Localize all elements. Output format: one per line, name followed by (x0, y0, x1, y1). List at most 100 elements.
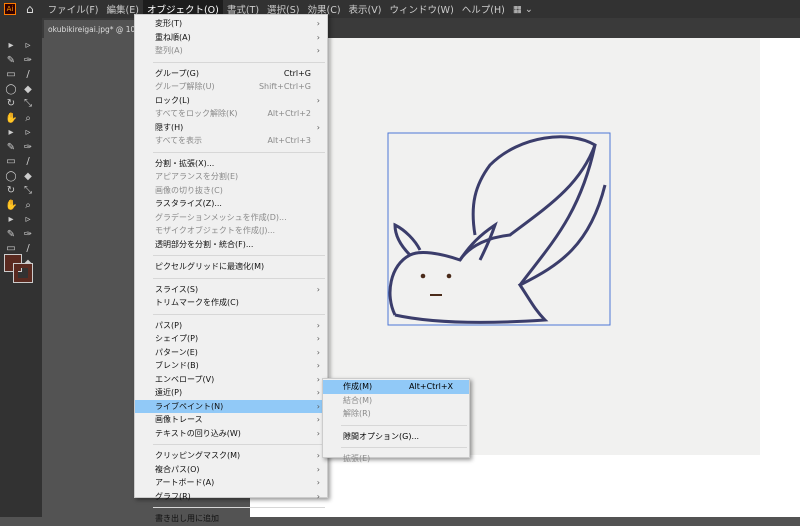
tool-icon[interactable]: ⌕ (22, 200, 34, 212)
tool-icon[interactable]: / (22, 156, 34, 168)
menu-item-label: クリッピングマスク(M) (155, 451, 241, 461)
menu-item[interactable]: グループ解除(U) Shift+Ctrl+G (135, 80, 327, 94)
chevron-right-icon: › (316, 491, 320, 501)
tool-icon[interactable]: ⌕ (22, 113, 34, 125)
menu-item[interactable]: 拡張(E) (323, 452, 469, 466)
menu-item[interactable]: モザイクオブジェクトを作成(J)... (135, 224, 327, 238)
menu-item[interactable]: 遠近(P) › (135, 386, 327, 400)
menu-item[interactable]: シェイプ(P) › (135, 332, 327, 346)
tool-icon[interactable]: / (22, 69, 34, 81)
menu-item[interactable]: パターン(E) › (135, 346, 327, 360)
tool-icon[interactable]: ▭ (5, 69, 17, 81)
tool-icon[interactable]: ↻ (5, 98, 17, 110)
tool-icon[interactable]: ▸ (5, 40, 17, 52)
tool-icon[interactable]: ◯ (5, 84, 17, 96)
menu-item[interactable]: ブレンド(B) › (135, 359, 327, 373)
tool-icon[interactable]: ✑ (22, 55, 34, 67)
tool-icon[interactable]: / (22, 243, 34, 255)
menu-separator (153, 255, 325, 256)
menu-item[interactable]: ラスタライズ(Z)... (135, 197, 327, 211)
menu-item[interactable]: 書き出し用に追加 › (135, 512, 327, 526)
menu-item[interactable]: ロック(L) › (135, 94, 327, 108)
livepaint-submenu: 作成(M) Alt+Ctrl+X 結合(M) 解除(R) 隙間オプション(G)... 拡張… (322, 378, 470, 463)
menu-item[interactable]: グラフ(R) › (135, 490, 327, 504)
menu-item-label: 書き出し用に追加 (155, 514, 219, 524)
stroke-swatch[interactable] (13, 263, 33, 283)
menu-item[interactable]: テキストの回り込み(W) › (135, 427, 327, 441)
chevron-right-icon: › (316, 374, 320, 384)
menu-item[interactable]: クリッピングマスク(M) › (135, 449, 327, 463)
chevron-right-icon: › (316, 428, 320, 438)
menu-item[interactable]: グラデーションメッシュを作成(D)... (135, 211, 327, 225)
workspace-switcher-icon[interactable]: ▦ ⌄ (509, 0, 537, 18)
tool-icon[interactable]: ▹ (22, 127, 34, 139)
shortcut-label: Alt+Ctrl+X (409, 382, 453, 392)
menu-item-label: パターン(E) (155, 347, 198, 357)
menu-item-label: 拡張(E) (343, 454, 371, 464)
menu-item[interactable]: ライブペイント(N) › (135, 399, 327, 413)
menu-item-label: ロック(L) (155, 95, 190, 105)
tool-icon[interactable]: ▹ (22, 214, 34, 226)
menu-item[interactable]: グループ(G) Ctrl+G (135, 67, 327, 81)
tool-icon[interactable]: ✋ (5, 200, 17, 212)
tool-icon[interactable]: ▸ (5, 127, 17, 139)
menu-item[interactable]: 結合(M) (323, 394, 469, 408)
menubar-item-6[interactable]: 表示(V) (345, 0, 386, 18)
home-icon[interactable]: ⌂ (26, 2, 34, 16)
menu-item[interactable]: 変形(T) › (135, 17, 327, 31)
tool-icon[interactable]: ✎ (5, 55, 17, 67)
menu-item[interactable]: 整列(A) › (135, 44, 327, 58)
chevron-right-icon: › (316, 401, 320, 411)
tool-icon[interactable]: ↻ (5, 185, 17, 197)
chevron-right-icon: › (316, 361, 320, 371)
chevron-right-icon: › (316, 347, 320, 357)
menu-item[interactable]: すべてをロック解除(K) Alt+Ctrl+2 (135, 107, 327, 121)
menu-item[interactable]: アピアランスを分割(E) (135, 170, 327, 184)
tool-icon[interactable]: ◆ (22, 84, 34, 96)
menu-item[interactable]: エンベロープ(V) › (135, 373, 327, 387)
tool-icon[interactable]: ▹ (22, 40, 34, 52)
menubar-item-7[interactable]: ウィンドウ(W) (385, 0, 457, 18)
tool-icon[interactable]: ▭ (5, 156, 17, 168)
menu-item[interactable]: アートボード(A) › (135, 476, 327, 490)
menu-item-label: 隙間オプション(G)... (343, 431, 420, 441)
menubar-item-8[interactable]: ヘルプ(H) (458, 0, 509, 18)
tool-icon[interactable]: ⤡ (22, 98, 34, 110)
menu-item[interactable]: 透明部分を分割・統合(F)... (135, 238, 327, 252)
chevron-right-icon: › (316, 388, 320, 398)
menu-separator (153, 507, 325, 508)
tool-icon[interactable]: ⤡ (22, 185, 34, 197)
menu-item[interactable]: 重ね順(A) › (135, 31, 327, 45)
tool-icon[interactable]: ◯ (5, 171, 17, 183)
slug-artwork[interactable] (380, 125, 620, 335)
tool-icon[interactable]: ▸ (5, 214, 17, 226)
menu-item[interactable]: 画像の切り抜き(C) (135, 184, 327, 198)
menu-item-label: エンベロープ(V) (155, 374, 215, 384)
tool-icon[interactable]: ✋ (5, 113, 17, 125)
menu-separator (153, 277, 325, 279)
tool-icon[interactable]: ✎ (5, 142, 17, 154)
menu-item-label: ピクセルグリッドに最適化(M) (155, 262, 265, 272)
menu-item[interactable]: 解除(R) (323, 407, 469, 421)
menu-item[interactable]: 複合パス(O) › (135, 463, 327, 477)
tool-icon[interactable]: ✑ (22, 142, 34, 154)
tool-icon[interactable]: ✎ (5, 229, 17, 241)
chevron-right-icon: › (316, 464, 320, 474)
menu-item[interactable]: ピクセルグリッドに最適化(M) (135, 260, 327, 274)
shortcut-label: Alt+Ctrl+2 (267, 109, 311, 119)
menu-item[interactable]: 画像トレース › (135, 413, 327, 427)
menu-item[interactable]: トリムマークを作成(C) (135, 296, 327, 310)
menu-item[interactable]: 分割・拡張(X)... (135, 157, 327, 171)
menu-item-label: グラデーションメッシュを作成(D)... (155, 212, 287, 222)
tool-icon[interactable]: ◆ (22, 171, 34, 183)
object-menu: 変形(T) › 重ね順(A) › 整列(A) › グループ(G) Ctrl+G グループ解除(U… (134, 14, 328, 523)
selection-bounding-box (387, 132, 611, 326)
menu-item[interactable]: スライス(S) › (135, 283, 327, 297)
menu-item[interactable]: 隙間オプション(G)... (323, 430, 469, 444)
menu-item[interactable]: すべてを表示 Alt+Ctrl+3 (135, 134, 327, 148)
menu-item[interactable]: パス(P) › (135, 319, 327, 333)
menu-item[interactable]: 隠す(H) › (135, 121, 327, 135)
menubar-item-0[interactable]: ファイル(F) (44, 0, 103, 18)
menu-item[interactable]: 作成(M) Alt+Ctrl+X (323, 380, 469, 394)
tool-icon[interactable]: ✑ (22, 229, 34, 241)
